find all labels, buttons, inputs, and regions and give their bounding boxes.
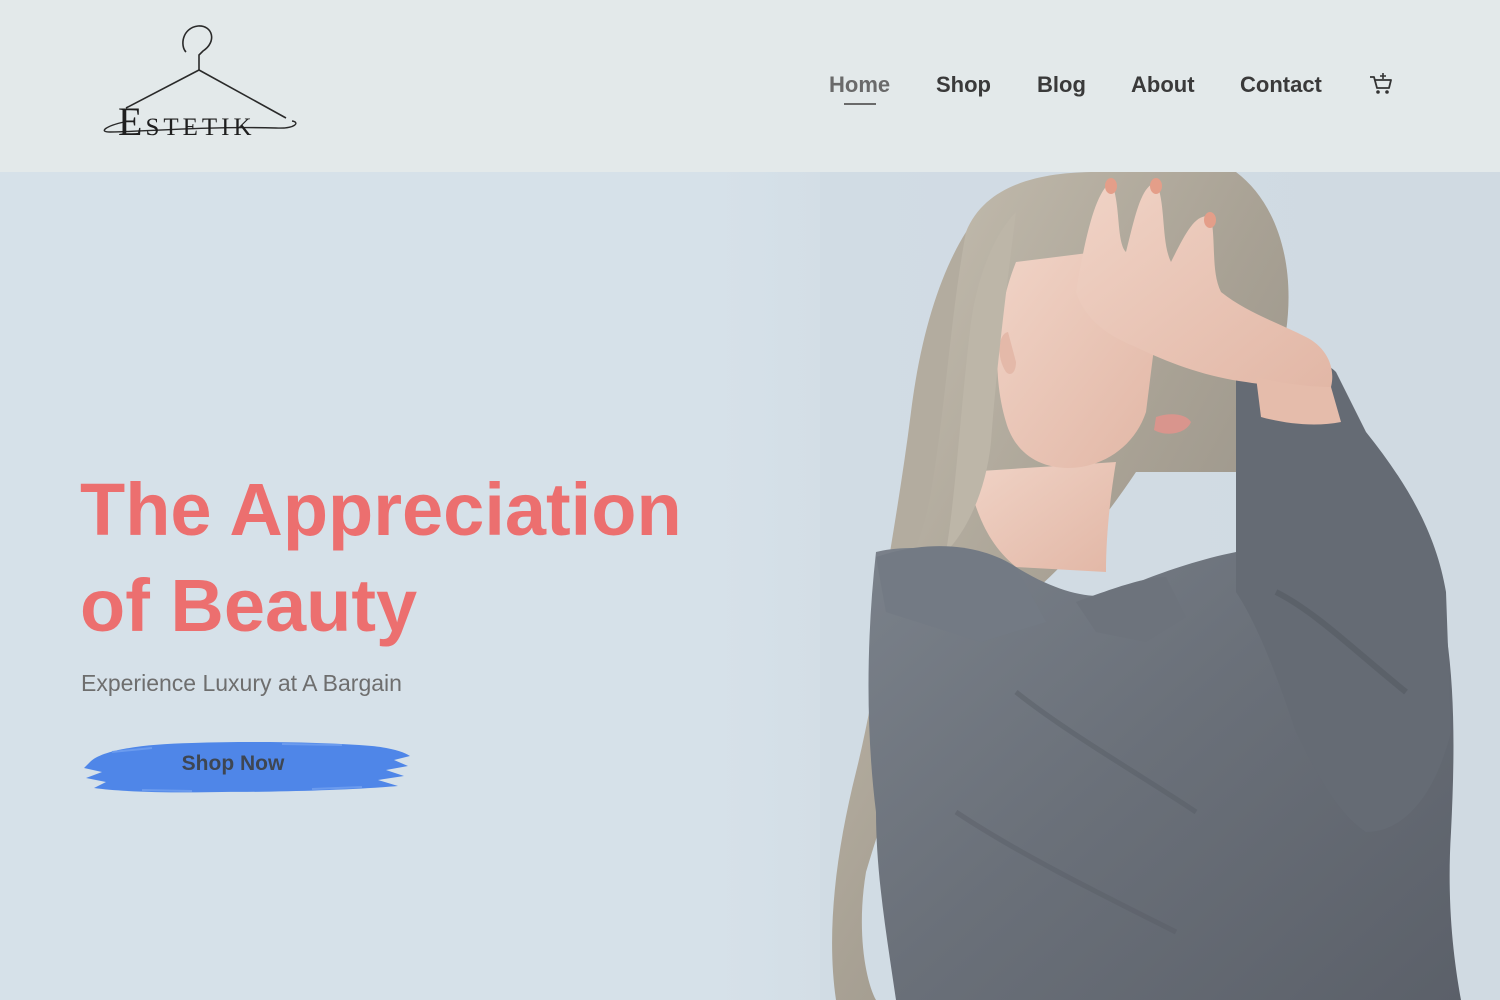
- nav-item-blog[interactable]: Blog: [1037, 72, 1086, 98]
- shop-now-button[interactable]: Shop Now: [82, 732, 412, 802]
- model-photo: [716, 172, 1500, 1000]
- nav-item-about[interactable]: About: [1131, 72, 1195, 98]
- hero-title-line-1: The Appreciation: [80, 468, 682, 551]
- hero-section: The Appreciation of Beauty Experience Lu…: [0, 172, 1500, 1000]
- nav-item-home[interactable]: Home: [829, 72, 891, 105]
- nav-item-label: About: [1131, 72, 1195, 97]
- nav-item-shop[interactable]: Shop: [936, 72, 991, 98]
- active-underline: [844, 103, 876, 105]
- nav-item-label: Home: [829, 72, 891, 97]
- shop-now-label: Shop Now: [181, 752, 285, 775]
- hero-model-image: [716, 172, 1500, 1000]
- cart-icon: [1370, 73, 1392, 94]
- hero-title: The Appreciation of Beauty: [80, 462, 740, 654]
- site-header: ESTETIK Home Shop Blog About Contact: [0, 0, 1500, 172]
- nav-item-contact[interactable]: Contact: [1240, 72, 1322, 98]
- nav-item-label: Shop: [936, 72, 991, 97]
- brand-wordmark-rest: STETIK: [145, 114, 256, 141]
- cart-button[interactable]: [1368, 71, 1394, 97]
- nav-item-label: Contact: [1240, 72, 1322, 97]
- main-nav: Home Shop Blog About Contact: [0, 72, 1500, 112]
- hero-subtitle: Experience Luxury at A Bargain: [81, 670, 402, 696]
- hero-title-line-2: of Beauty: [80, 564, 418, 647]
- nav-item-label: Blog: [1037, 72, 1086, 97]
